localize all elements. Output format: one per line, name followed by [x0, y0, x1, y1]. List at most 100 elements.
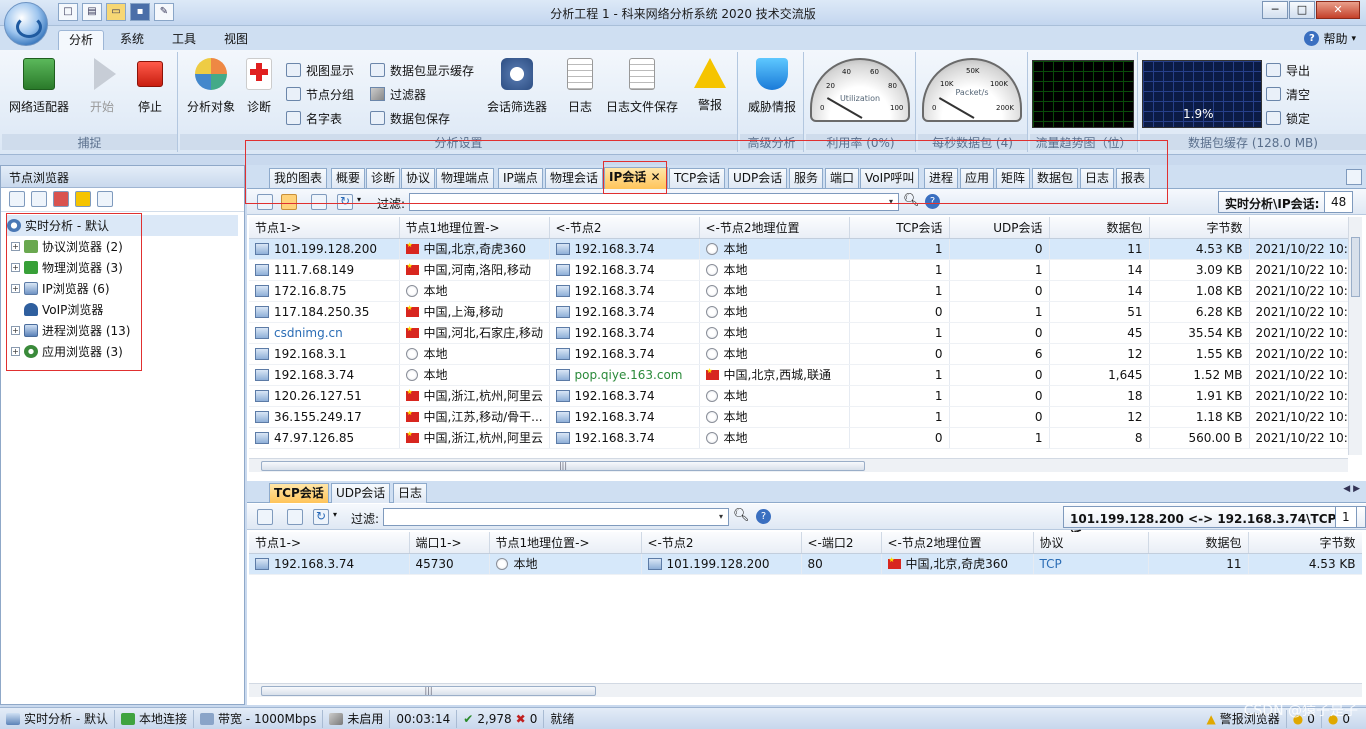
column-header[interactable]: 节点1地理位置->: [489, 532, 642, 554]
node-group-label: 节点分组: [306, 87, 355, 102]
table-row[interactable]: 117.184.250.35 中国,上海,移动 192.168.3.74 本地 0 1 51…: [249, 301, 1348, 323]
alarm-button[interactable]: 警报: [690, 58, 730, 113]
search-icon[interactable]: 🔍︎: [733, 508, 750, 523]
upper-vertical-scrollbar[interactable]: [1348, 217, 1362, 455]
tab-view[interactable]: 视图: [214, 30, 258, 50]
export-button[interactable]: 导出: [1266, 60, 1310, 80]
filter-button[interactable]: 过滤器: [370, 84, 426, 104]
help-icon[interactable]: ?: [756, 509, 771, 524]
table-cell: 本地: [489, 553, 642, 575]
lock-button[interactable]: 锁定: [1266, 108, 1310, 128]
packet-save-button[interactable]: 数据包保存: [370, 108, 450, 128]
app-menu-orb[interactable]: [4, 2, 48, 46]
node-settings-icon[interactable]: [97, 191, 113, 207]
column-header[interactable]: <-节点2: [549, 217, 700, 239]
stop-icon: [137, 61, 163, 87]
table-cell: 本地: [699, 280, 850, 302]
column-header[interactable]: 节点1->: [249, 217, 400, 239]
tab-scroll-icon[interactable]: ◀ ▶: [1343, 484, 1360, 494]
table-row[interactable]: 172.16.8.75 本地 192.168.3.74 本地 1 0 14 1.08 KB 20…: [249, 280, 1348, 302]
save-icon[interactable]: [257, 509, 273, 525]
scroll-thumb[interactable]: [1351, 237, 1360, 297]
scroll-thumb[interactable]: |||: [261, 461, 865, 471]
log-button[interactable]: 日志: [562, 58, 598, 115]
help-button[interactable]: ? 帮助 ▾: [1304, 30, 1356, 47]
log-file-save-icon: [629, 58, 655, 90]
view-display-button[interactable]: 视图显示: [286, 60, 354, 80]
column-header[interactable]: 端口1->: [409, 532, 490, 554]
column-header[interactable]: 数据包: [1049, 217, 1150, 239]
network-adapter-button[interactable]: 网络适配器: [8, 58, 70, 115]
session-filter-button[interactable]: 会话筛选器: [484, 58, 550, 115]
packet-save-label: 数据包保存: [390, 111, 451, 126]
filter-input[interactable]: ▾: [383, 508, 729, 526]
table-cell[interactable]: TCP: [1033, 553, 1149, 575]
packet-display-buffer-button[interactable]: 数据包显示缓存: [370, 60, 474, 80]
alert-node-icon[interactable]: [75, 191, 91, 207]
lower-horizontal-scrollbar[interactable]: |||: [249, 683, 1362, 697]
table-row[interactable]: 101.199.128.200 中国,北京,奇虎360 192.168.3.74 本地…: [249, 238, 1348, 260]
scroll-thumb[interactable]: |||: [261, 686, 596, 696]
upper-horizontal-scrollbar[interactable]: |||: [249, 458, 1348, 472]
table-cell: 120.26.127.51: [249, 385, 400, 407]
column-header[interactable]: 协议: [1033, 532, 1149, 554]
column-header[interactable]: 字节数: [1248, 532, 1362, 554]
log-file-save-button[interactable]: 日志文件保存: [604, 58, 680, 115]
table-row[interactable]: csdnimg.cn 中国,河北,石家庄,移动 192.168.3.74 本地 1 0 45…: [249, 322, 1348, 344]
stop-button[interactable]: 停止: [128, 58, 172, 115]
table-row[interactable]: 36.155.249.17 中国,江苏,移动/骨干... 192.168.3.74 本…: [249, 406, 1348, 428]
column-header[interactable]: <-节点2地理位置: [699, 217, 850, 239]
lock-label: 锁定: [1286, 111, 1311, 126]
help-label: 帮助: [1323, 32, 1348, 46]
panel-menu-icon[interactable]: [1346, 169, 1362, 185]
column-header[interactable]: TCP会话: [849, 217, 950, 239]
table-row[interactable]: 111.7.68.149 中国,河南,洛阳,移动 192.168.3.74 本地 1 1 1…: [249, 259, 1348, 281]
column-header[interactable]: 数据包: [1148, 532, 1249, 554]
tab-tcp-session-detail[interactable]: TCP会话: [269, 483, 329, 503]
column-header[interactable]: UDP会话: [949, 217, 1050, 239]
filter-edit-icon[interactable]: [287, 509, 303, 525]
chevron-down-icon[interactable]: ▾: [714, 509, 728, 525]
chevron-down-icon[interactable]: ▾: [333, 510, 337, 519]
column-header[interactable]: 节点1地理位置->: [399, 217, 550, 239]
column-header[interactable]: [1249, 217, 1348, 239]
table-cell: 1.52 MB: [1149, 364, 1250, 386]
cell-text: 51: [1127, 304, 1143, 319]
table-row[interactable]: 192.168.3.1 本地 192.168.3.74 本地 0 6 12 1.55 KB 20…: [249, 343, 1348, 365]
threat-intel-button[interactable]: 威胁情报: [744, 58, 800, 115]
column-header[interactable]: <-节点2地理位置: [881, 532, 1034, 554]
table-row[interactable]: 47.97.126.85 中国,浙江,杭州,阿里云 192.168.3.74 本地 0 1…: [249, 427, 1348, 449]
column-header[interactable]: <-端口2: [801, 532, 882, 554]
cell-text: 192.168.3.74: [574, 409, 655, 424]
refresh-icon[interactable]: ↻: [313, 509, 329, 525]
tab-analysis[interactable]: 分析: [58, 30, 105, 50]
maximize-button[interactable]: □: [1289, 1, 1315, 19]
tab-log-detail[interactable]: 日志: [393, 483, 428, 503]
name-table-button[interactable]: 名字表: [286, 108, 342, 128]
tab-system[interactable]: 系统: [110, 30, 154, 50]
group-capture-label: 捕捉: [2, 134, 177, 150]
filter-node-icon[interactable]: [31, 191, 47, 207]
packet-save-icon: [370, 111, 385, 125]
analysis-object-button[interactable]: 分析对象: [184, 58, 238, 115]
diagnosis-button[interactable]: 诊断: [242, 58, 276, 115]
highlight-box: [603, 161, 667, 194]
column-header[interactable]: 字节数: [1149, 217, 1250, 239]
add-node-icon[interactable]: [9, 191, 25, 207]
clear-button[interactable]: 清空: [1266, 84, 1310, 104]
tab-udp-session-detail[interactable]: UDP会话: [331, 483, 391, 503]
close-button[interactable]: ✕: [1316, 1, 1360, 19]
column-header[interactable]: <-节点2: [641, 532, 802, 554]
funnel-icon: [370, 87, 385, 101]
minimize-button[interactable]: ─: [1262, 1, 1288, 19]
column-header[interactable]: 节点1->: [249, 532, 410, 554]
table-row[interactable]: 192.168.3.74 45730 本地 101.199.128.200 80…: [249, 553, 1362, 575]
remove-node-icon[interactable]: [53, 191, 69, 207]
table-row[interactable]: 120.26.127.51 中国,浙江,杭州,阿里云 192.168.3.74 本地 1…: [249, 385, 1348, 407]
computer-icon: [255, 347, 269, 360]
tab-tools[interactable]: 工具: [162, 30, 206, 50]
node-group-button[interactable]: 节点分组: [286, 84, 354, 104]
start-button[interactable]: 开始: [82, 58, 122, 115]
table-cell: 本地: [699, 406, 850, 428]
table-row[interactable]: 192.168.3.74 本地 pop.qiye.163.com 中国,北京,西城,联…: [249, 364, 1348, 386]
